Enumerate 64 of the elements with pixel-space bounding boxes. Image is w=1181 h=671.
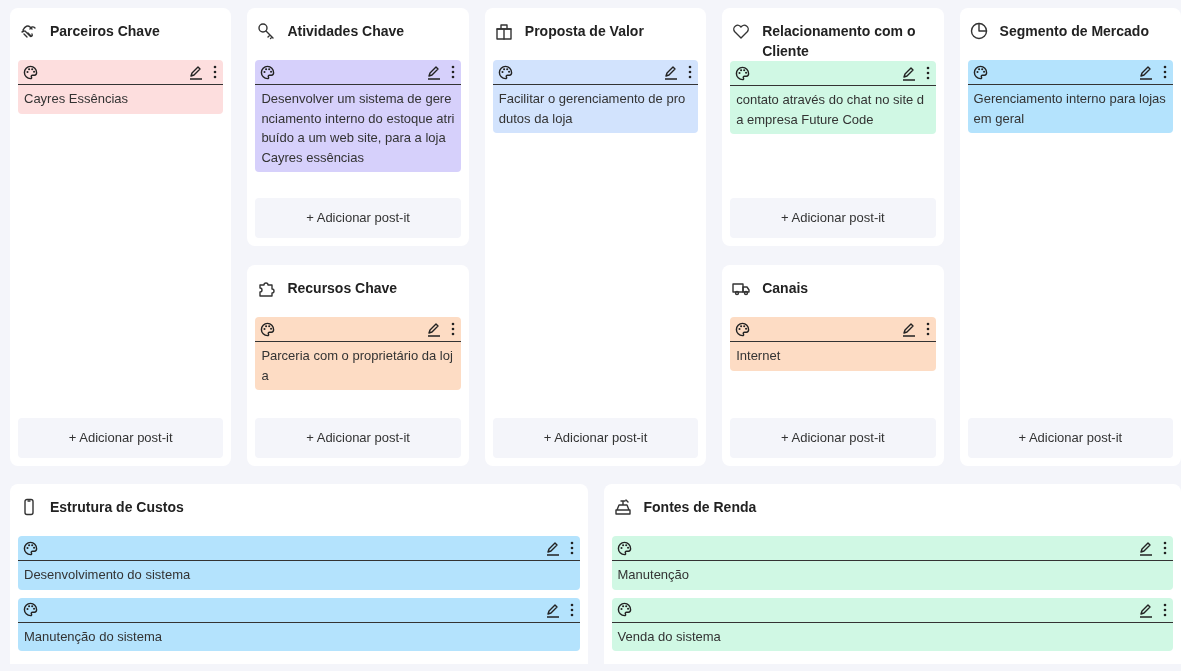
add-post-it-button[interactable]: + Adicionar post-it [967,418,1173,458]
block-title: Estrutura de Custos [50,498,184,517]
more-icon[interactable] [568,540,575,556]
more-icon[interactable] [212,64,219,80]
pencil-icon[interactable] [1138,64,1154,80]
palette-icon[interactable] [735,321,751,337]
pie-chart-icon [969,22,988,40]
note-text: Desenvolvimento do sistema [23,566,192,584]
pencil-icon[interactable] [663,64,680,80]
pencil-icon[interactable] [425,321,442,337]
block-title: Recursos Chave [287,279,398,298]
add-post-it-button[interactable]: + Adicionar post-it [18,418,224,458]
palette-icon[interactable] [23,540,38,556]
note-text: Internet [735,347,782,365]
cash-register-icon [613,498,632,516]
puzzle-icon [257,279,276,297]
pencil-icon[interactable] [425,64,442,80]
note-text: Cayres Essências [23,90,130,108]
note-text: Venda do sistema [616,627,722,646]
note-text: Manutenção [616,566,691,584]
palette-icon[interactable] [616,602,632,617]
more-icon[interactable] [1162,601,1168,618]
add-post-it-button[interactable]: + Adicionar post-it [492,418,699,458]
palette-icon[interactable] [260,64,276,80]
palette-icon[interactable] [497,64,513,80]
add-post-it-button[interactable]: + Adicionar post-it [255,418,461,458]
pencil-icon[interactable] [900,65,917,82]
pencil-icon[interactable] [188,64,205,80]
palette-icon[interactable] [735,65,751,81]
add-post-it-button[interactable]: + Adicionar post-it [730,198,936,238]
block-title: Atividades Chave [287,22,405,41]
pencil-icon[interactable] [1138,540,1154,556]
palette-icon[interactable] [972,64,988,80]
more-icon[interactable] [1162,540,1168,556]
block-title: Parceiros Chave [50,22,160,41]
more-icon[interactable] [1162,64,1168,80]
gift-icon [494,22,513,40]
block-title: Segmento de Mercado [999,22,1149,41]
note-text: Gerenciamento interno para lojas em geral [972,90,1167,128]
add-post-it-button[interactable]: + Adicionar post-it [730,418,936,458]
heart-icon [732,22,751,40]
block-title: Fontes de Renda [643,498,757,517]
palette-icon[interactable] [23,602,38,617]
palette-icon[interactable] [616,540,632,556]
note-text: Facilitar o gerenciamento de produtos da loja [497,90,687,128]
note-text: Parceria com o proprietário da loja [260,347,454,385]
block-title: Canais [762,279,809,298]
more-icon[interactable] [924,321,931,337]
more-icon[interactable] [924,65,931,82]
note-text: Desenvolver um sistema de gerenciamento interno do estoque atribuído a um web site, para a loja Cayres essências [260,90,456,167]
key-icon [257,22,276,40]
more-icon[interactable] [449,321,456,337]
note-text: contato através do chat no site da empresa Future Code [735,91,926,129]
pencil-icon[interactable] [900,321,917,337]
more-icon[interactable] [449,64,456,80]
palette-icon[interactable] [23,64,38,80]
pencil-icon[interactable] [544,540,561,556]
add-post-it-button[interactable]: + Adicionar post-it [255,198,461,238]
more-icon[interactable] [568,601,575,618]
more-icon[interactable] [687,64,694,80]
block-title: Proposta de Valor [524,22,644,41]
block-title: Relacionamento com o Cliente [762,22,917,61]
note-text: Manutenção do sistema [23,627,164,646]
palette-icon[interactable] [260,321,276,337]
